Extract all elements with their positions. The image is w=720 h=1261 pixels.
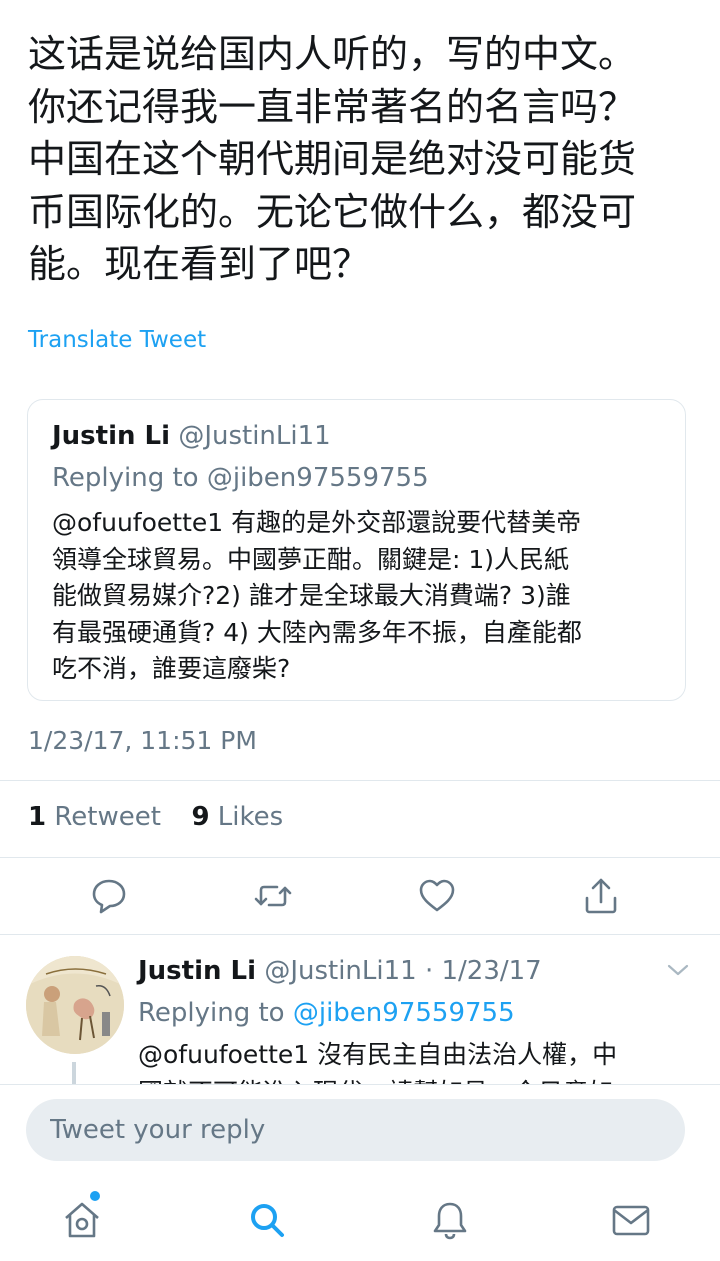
tweet-text: 这话是说给国内人听的，写的中文。 你还记得我一直非常著名的名言吗？ 中国在这个朝… — [28, 32, 637, 286]
reply-icon[interactable] — [87, 874, 131, 918]
tweet-actions — [0, 874, 720, 918]
quoted-header: Justin Li @JustinLi11 — [52, 418, 331, 454]
reply-replying-to: Replying to @jiben97559755 — [138, 995, 515, 1031]
retweet-label[interactable]: Retweet — [54, 802, 161, 832]
tweet-timestamp: 1/23/17, 11:51 PM — [28, 726, 257, 755]
like-label[interactable]: Likes — [218, 802, 283, 832]
thread-line — [72, 1062, 76, 1084]
retweet-count: 1 — [28, 802, 47, 832]
notifications-icon[interactable] — [426, 1196, 474, 1244]
divider — [0, 934, 720, 935]
quoted-author-name: Justin Li — [52, 421, 171, 451]
reply-text: @ofuufoette1 沒有民主自由法治人權，中 國就不可能進入現代，請幫如見… — [138, 1040, 618, 1084]
replying-to-mention[interactable]: @jiben97559755 — [293, 998, 515, 1028]
tweet-stats: 1 Retweet 9 Likes — [28, 802, 283, 832]
translate-tweet-link[interactable]: Translate Tweet — [28, 327, 206, 353]
search-icon[interactable] — [243, 1196, 291, 1244]
new-items-dot — [90, 1191, 100, 1201]
replying-to-prefix: Replying to — [138, 998, 293, 1028]
home-icon[interactable] — [58, 1196, 106, 1244]
messages-icon[interactable] — [607, 1196, 655, 1244]
bottom-tab-bar — [0, 1178, 720, 1261]
divider — [0, 857, 720, 858]
like-icon[interactable] — [415, 874, 459, 918]
quoted-tweet[interactable]: Justin Li @JustinLi11 Replying to @jiben… — [27, 399, 686, 701]
chevron-down-icon[interactable] — [664, 960, 692, 980]
quoted-author-handle: @JustinLi11 — [178, 421, 331, 451]
divider — [0, 780, 720, 781]
reply-author-name[interactable]: Justin Li — [138, 956, 256, 986]
reply-tweet[interactable]: Justin Li @JustinLi11 · 1/23/17 Replying… — [0, 936, 720, 1084]
share-icon[interactable] — [579, 874, 623, 918]
like-count: 9 — [191, 802, 210, 832]
retweet-icon[interactable] — [251, 874, 295, 918]
avatar[interactable] — [26, 956, 124, 1054]
quoted-replying-to: Replying to @jiben97559755 — [52, 463, 429, 493]
quoted-text: @ofuufoette1 有趣的是外交部還說要代替美帝 領導全球貿易。中國夢正酣… — [52, 508, 582, 683]
reply-composer-bar — [0, 1084, 720, 1178]
reply-input[interactable] — [26, 1099, 685, 1161]
reply-author-meta: @JustinLi11 · 1/23/17 — [264, 956, 542, 986]
reply-header: Justin Li @JustinLi11 · 1/23/17 — [138, 953, 542, 989]
